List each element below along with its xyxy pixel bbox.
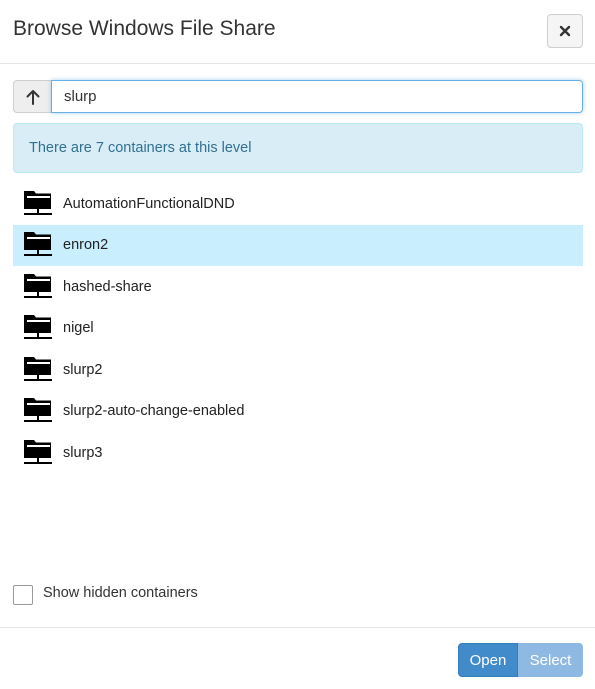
list-item[interactable]: AutomationFunctionalDND [13,183,583,225]
dialog-header: Browse Windows File Share [0,0,595,64]
network-folder-icon [24,190,52,215]
network-folder-icon [24,232,52,257]
list-item-label: slurp2-auto-change-enabled [63,403,245,420]
network-folder-icon [24,356,52,381]
show-hidden-checkbox[interactable] [13,585,33,605]
info-alert: There are 7 containers at this level [13,123,583,173]
navigate-up-button[interactable] [13,80,51,113]
open-button[interactable]: Open [458,643,518,677]
info-message: There are 7 containers at this level [29,140,252,156]
network-folder-icon [24,315,52,340]
list-item[interactable]: enron2 [13,224,583,266]
list-item[interactable]: hashed-share [13,266,583,308]
list-item[interactable]: slurp2 [13,349,583,391]
list-item-label: nigel [63,320,94,337]
list-item-label: slurp2 [63,361,103,378]
dialog-title: Browse Windows File Share [13,17,276,40]
close-icon [559,25,571,37]
arrow-up-icon [26,89,39,105]
list-item[interactable]: slurp2-auto-change-enabled [13,391,583,433]
show-hidden-label: Show hidden containers [43,585,198,601]
network-folder-icon [24,439,52,464]
network-folder-icon [24,398,52,423]
list-item-label: AutomationFunctionalDND [63,195,235,212]
list-item-label: enron2 [63,237,109,254]
path-input[interactable] [51,80,583,113]
list-item-label: slurp3 [63,444,103,461]
close-button[interactable] [547,14,583,48]
list-item-label: hashed-share [63,278,152,295]
container-list: AutomationFunctionalDND enron2 hashed-sh… [13,183,583,474]
list-item[interactable]: nigel [13,308,583,350]
select-button[interactable]: Select [518,643,583,677]
network-folder-icon [24,273,52,298]
list-item[interactable]: slurp3 [13,432,583,474]
